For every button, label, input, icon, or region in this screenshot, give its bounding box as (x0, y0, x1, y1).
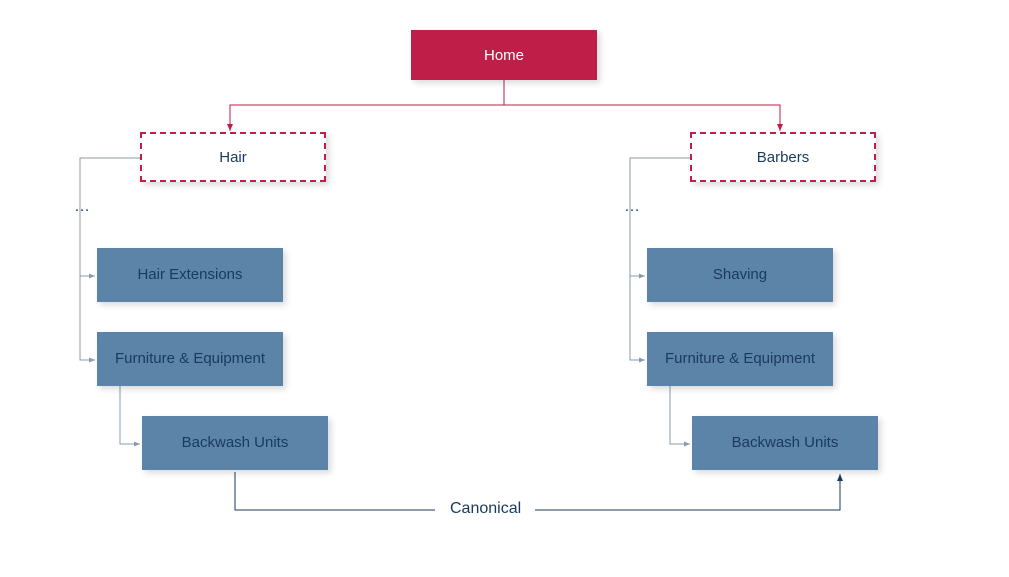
node-barbers: Barbers (690, 132, 876, 182)
node-hair-backwash: Backwash Units (142, 416, 328, 470)
node-hair-furniture: Furniture & Equipment (97, 332, 283, 386)
node-barbers-furniture: Furniture & Equipment (647, 332, 833, 386)
node-barbers-label: Barbers (757, 149, 810, 166)
ellipsis-left: … (74, 198, 90, 216)
node-home-label: Home (484, 47, 524, 64)
node-barbers-backwash-label: Backwash Units (732, 433, 839, 453)
node-barbers-backwash: Backwash Units (692, 416, 878, 470)
node-hair-furniture-label: Furniture & Equipment (115, 349, 265, 369)
node-shaving: Shaving (647, 248, 833, 302)
node-barbers-furniture-label: Furniture & Equipment (665, 349, 815, 369)
ellipsis-right: … (624, 198, 640, 216)
node-hair-backwash-label: Backwash Units (182, 433, 289, 453)
node-hair-label: Hair (219, 149, 247, 166)
canonical-label: Canonical (450, 500, 521, 518)
node-shaving-label: Shaving (713, 265, 767, 285)
node-hair-extensions: Hair Extensions (97, 248, 283, 302)
node-hair: Hair (140, 132, 326, 182)
node-hair-extensions-label: Hair Extensions (137, 265, 242, 285)
node-home: Home (411, 30, 597, 80)
